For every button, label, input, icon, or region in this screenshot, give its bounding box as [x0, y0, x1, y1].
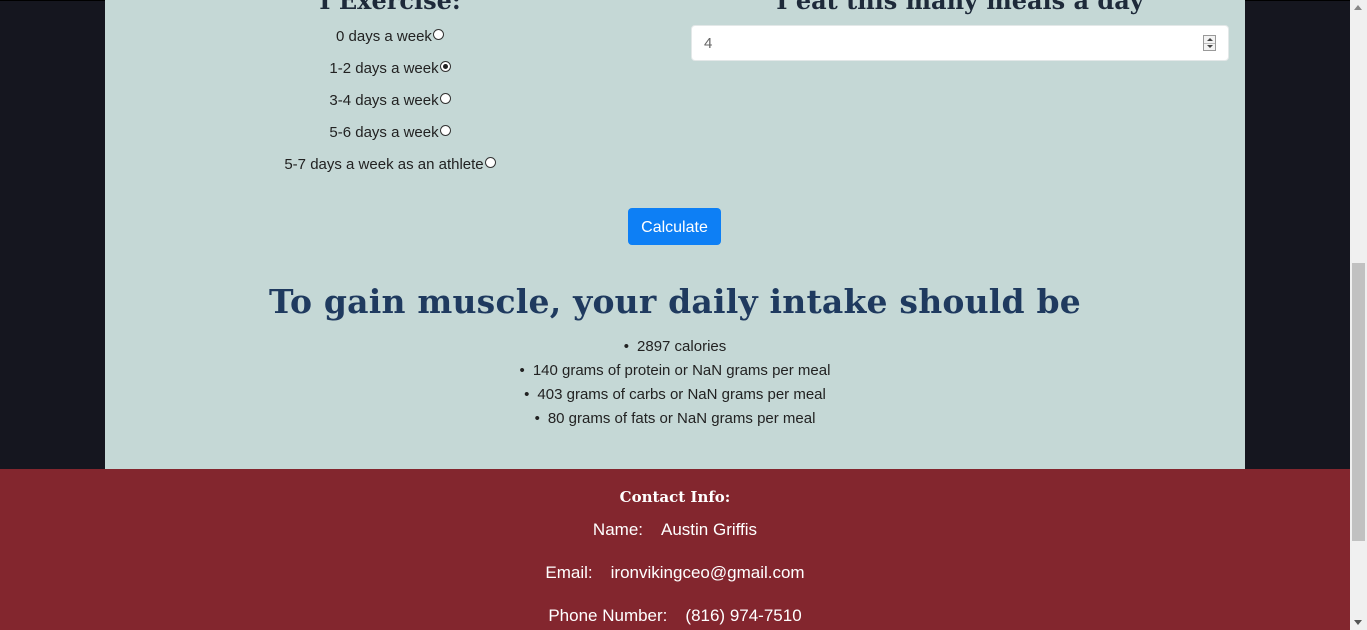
radio-unchecked-icon[interactable]: [439, 125, 451, 136]
contact-phone-row: Phone Number: (816) 974-7510: [0, 606, 1350, 626]
contact-name-label: Name:: [592, 520, 643, 539]
radio-unchecked-icon[interactable]: [484, 157, 496, 168]
radio-unchecked-icon[interactable]: [439, 93, 451, 104]
radio-unchecked-icon[interactable]: [432, 29, 444, 40]
result-list: 2897 calories 140 grams of protein or Na…: [105, 335, 1245, 431]
radio-checked-icon[interactable]: [439, 61, 451, 72]
result-fats: 80 grams of fats or NaN grams per meal: [105, 407, 1245, 431]
contact-name-value: Austin Griffis: [661, 520, 758, 539]
scroll-arrow-down-icon[interactable]: [1354, 620, 1362, 625]
calculator-panel: I Exercise: 0 days a week 1-2 days a wee…: [105, 0, 1245, 469]
result-title: To gain muscle, your daily intake should…: [269, 282, 1081, 321]
contact-email-row: Email: ironvikingceo@gmail.com: [0, 563, 1350, 583]
meals-per-day-input[interactable]: 4: [691, 25, 1229, 61]
contact-email-value[interactable]: ironvikingceo@gmail.com: [611, 563, 805, 582]
exercise-option-0[interactable]: 0 days a week: [105, 28, 675, 45]
result-protein: 140 grams of protein or NaN grams per me…: [105, 359, 1245, 383]
exercise-option-4[interactable]: 5-7 days a week as an athlete: [105, 156, 675, 173]
contact-phone-value[interactable]: (816) 974-7510: [685, 606, 801, 625]
scroll-arrow-up-icon[interactable]: [1354, 5, 1362, 10]
exercise-option-1[interactable]: 1-2 days a week: [105, 60, 675, 77]
exercise-option-label: 0 days a week: [336, 28, 432, 45]
exercise-option-label: 5-6 days a week: [329, 124, 439, 141]
number-spinner-icon[interactable]: [1203, 35, 1216, 51]
contact-phone-label: Phone Number:: [548, 606, 668, 625]
result-calories: 2897 calories: [105, 335, 1245, 359]
exercise-option-label: 5-7 days a week as an athlete: [284, 156, 484, 173]
scrollbar-thumb[interactable]: [1352, 263, 1365, 541]
exercise-option-label: 3-4 days a week: [329, 92, 439, 109]
exercise-option-2[interactable]: 3-4 days a week: [105, 92, 675, 109]
contact-email-label: Email:: [545, 563, 593, 582]
exercise-heading: I Exercise:: [319, 0, 461, 15]
calculate-button[interactable]: Calculate: [628, 208, 721, 245]
contact-title: Contact Info:: [619, 488, 731, 506]
result-carbs: 403 grams of carbs or NaN grams per meal: [105, 383, 1245, 407]
vertical-scrollbar[interactable]: [1350, 0, 1367, 630]
meals-heading: I eat this many meals a day: [776, 0, 1144, 15]
exercise-option-3[interactable]: 5-6 days a week: [105, 124, 675, 141]
contact-name-row: Name: Austin Griffis: [0, 520, 1350, 540]
meals-value: 4: [704, 35, 713, 52]
footer: Contact Info: Name: Austin Griffis Email:…: [0, 469, 1350, 630]
exercise-option-label: 1-2 days a week: [329, 60, 439, 77]
